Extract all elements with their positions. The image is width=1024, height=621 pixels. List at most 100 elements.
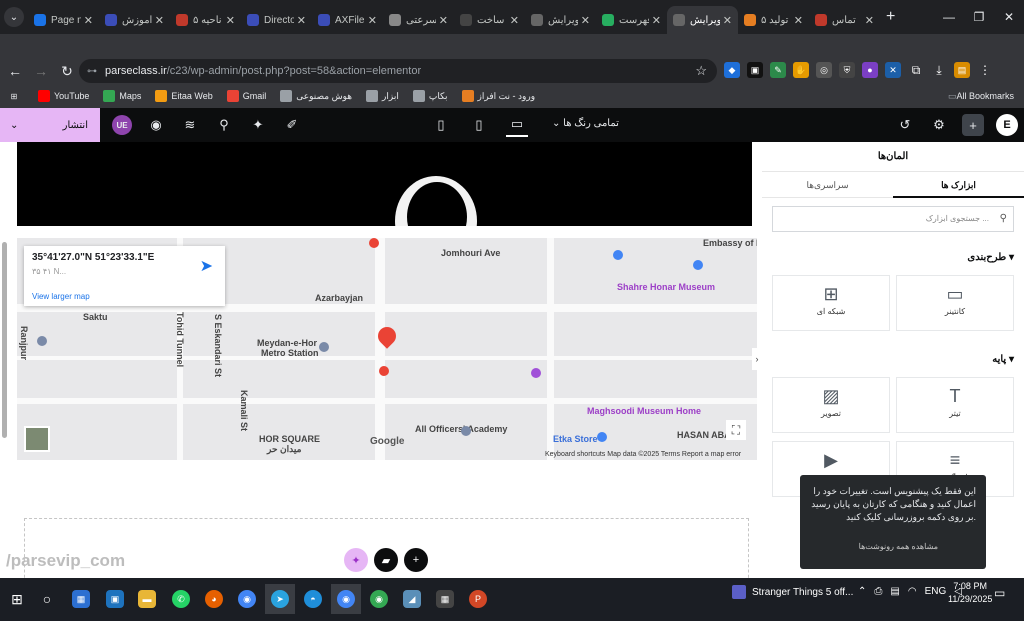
browser-tab[interactable]: آموزش ✕ (99, 6, 170, 34)
bookmark-star-icon[interactable]: ☆ (695, 63, 707, 79)
poi-icon[interactable] (613, 250, 623, 260)
bookmark-item[interactable]: هوش مصنوعی (280, 90, 352, 102)
document-settings-icon[interactable]: ⚙ (928, 114, 950, 136)
maximize-icon[interactable]: ❐ (964, 0, 994, 34)
app-icon[interactable]: ◢ (397, 584, 427, 614)
chevron-up-icon[interactable]: ⌃ (858, 586, 866, 597)
widget-image[interactable]: ▨ تصویر (772, 377, 890, 433)
widget-grid[interactable]: ⊞ شبکه ای (772, 275, 890, 331)
chrome-icon[interactable]: ◉ (364, 584, 394, 614)
mobile-device-icon[interactable]: ▯ (430, 113, 452, 137)
tablet-device-icon[interactable]: ▯ (468, 113, 490, 137)
section-layout-heading[interactable]: طرح‌بندی ▾ (967, 252, 1014, 263)
view-revisions-link[interactable]: مشاهده همه رونوشت‌ها (859, 540, 938, 553)
whatsapp-icon[interactable]: ✆ (166, 584, 196, 614)
browser-tab[interactable]: Page n ✕ (28, 6, 99, 34)
forward-icon[interactable]: → (32, 62, 50, 80)
site-settings-icon[interactable]: ✦ (248, 115, 268, 135)
poi-icon[interactable] (461, 426, 471, 436)
fullscreen-icon[interactable]: ⛶ (726, 420, 746, 440)
widget-search-input[interactable]: جستجوی ابزارک ... ⚲ (772, 206, 1014, 232)
canvas-scrollbar[interactable] (2, 242, 7, 438)
poi-icon[interactable] (693, 260, 703, 270)
extension-icon[interactable]: ✕ (885, 62, 901, 78)
browser-tab[interactable]: ناحیه ۵ ✕ (170, 6, 241, 34)
tab-search-icon[interactable]: ⌄ (4, 7, 24, 27)
browser-tab[interactable]: AXFile ✕ (312, 6, 383, 34)
browser-tab[interactable]: تماس ✕ (809, 6, 880, 34)
hospital-icon[interactable] (369, 238, 379, 248)
add-element-icon[interactable]: + (962, 114, 984, 136)
wifi-icon[interactable]: ◠ (908, 586, 917, 597)
extension-icon[interactable]: ✋ (793, 62, 809, 78)
bookmark-item[interactable]: Eitaa Web (155, 90, 213, 102)
tab-close-icon[interactable]: ✕ (84, 14, 93, 27)
add-section-icon[interactable]: + (404, 548, 428, 572)
history-icon[interactable]: ↺ (894, 114, 916, 136)
profile-icon[interactable]: ▤ (954, 62, 970, 78)
tab-close-icon[interactable]: ✕ (510, 14, 519, 27)
navigator-layers-icon[interactable]: ≋ (180, 115, 200, 135)
panel-collapse-icon[interactable]: › (752, 348, 762, 370)
tab-close-icon[interactable]: ✕ (439, 14, 448, 27)
tab-close-icon[interactable]: ✕ (652, 14, 661, 27)
language-indicator[interactable]: ENG (925, 586, 947, 597)
publish-button[interactable]: ⌄ انتشار (0, 108, 100, 142)
directions-icon[interactable]: ➤ (200, 256, 213, 276)
menu-icon[interactable]: ⋮ (977, 62, 993, 78)
extension-icon[interactable]: ✎ (770, 62, 786, 78)
tab-globals[interactable]: سراسری‌ها (762, 172, 893, 198)
minimize-icon[interactable]: — (934, 0, 964, 34)
apps-grid-icon[interactable]: ⊞ (8, 90, 24, 102)
network-icon[interactable]: ▤ (890, 586, 899, 597)
poi-icon[interactable] (379, 366, 389, 376)
edge-icon[interactable]: ◓ (298, 584, 328, 614)
poi-icon[interactable] (531, 368, 541, 378)
clock[interactable]: 7:08 PM 11/29/2025 (948, 580, 992, 606)
device-select[interactable]: ⌄ تمامی رنگ ها (552, 118, 619, 129)
firefox-icon[interactable]: ◕ (199, 584, 229, 614)
ue-badge[interactable]: UE (112, 115, 132, 135)
search-icon[interactable]: ○ (32, 584, 62, 614)
mic-icon[interactable]: ⎙ (874, 586, 882, 597)
bookmark-item[interactable]: Maps (103, 90, 141, 102)
browser-tab[interactable]: ویرایش ✕ (667, 6, 738, 34)
publish-dropdown-icon[interactable]: ⌄ (10, 120, 18, 131)
extension-icon[interactable]: ▣ (747, 62, 763, 78)
tab-close-icon[interactable]: ✕ (723, 14, 732, 27)
tab-widgets[interactable]: ابزارک ها (893, 172, 1024, 198)
template-folder-icon[interactable]: ▰ (374, 548, 398, 572)
all-bookmarks-button[interactable]: ▭ All Bookmarks (948, 91, 1014, 102)
finder-search-icon[interactable]: ⚲ (214, 115, 234, 135)
elementor-logo-icon[interactable]: E (996, 114, 1018, 136)
chrome-icon[interactable]: ◉ (331, 584, 361, 614)
satellite-toggle[interactable] (24, 426, 50, 452)
tab-close-icon[interactable]: ✕ (226, 14, 235, 27)
browser-tab[interactable]: ویرایش ✕ (525, 6, 596, 34)
browser-tab[interactable]: تولید ۵ ✕ (738, 6, 809, 34)
poi-icon[interactable] (597, 432, 607, 442)
browser-tab[interactable]: سرعتی ✕ (383, 6, 454, 34)
map-footer[interactable]: Keyboard shortcuts Map data ©2025 Terms … (545, 451, 741, 458)
start-icon[interactable]: ⊞ (2, 584, 32, 614)
tab-close-icon[interactable]: ✕ (794, 14, 803, 27)
section-basic-heading[interactable]: پایه ▾ (992, 354, 1014, 365)
extension-icon[interactable]: ◆ (724, 62, 740, 78)
close-icon[interactable]: ✕ (994, 0, 1024, 34)
tab-close-icon[interactable]: ✕ (581, 14, 590, 27)
hero-image[interactable] (17, 142, 752, 226)
widget-container[interactable]: ▭ کانتینر (896, 275, 1014, 331)
app-icon[interactable]: ▣ (100, 584, 130, 614)
poi-icon[interactable] (37, 336, 47, 346)
site-info-icon[interactable]: ⊶ (87, 66, 97, 77)
tab-close-icon[interactable]: ✕ (297, 14, 306, 27)
notification-icon[interactable]: ▭ (994, 586, 1005, 600)
ai-icon[interactable]: ✐ (282, 115, 302, 135)
download-icon[interactable]: ⤓ (931, 62, 947, 78)
extension-icon[interactable]: ◎ (816, 62, 832, 78)
preview-eye-icon[interactable]: ◉ (146, 115, 166, 135)
reload-icon[interactable]: ↻ (58, 62, 76, 80)
bookmark-item[interactable]: ابزار (366, 90, 399, 102)
tab-close-icon[interactable]: ✕ (155, 14, 164, 27)
bookmark-item[interactable]: YouTube (38, 90, 89, 102)
